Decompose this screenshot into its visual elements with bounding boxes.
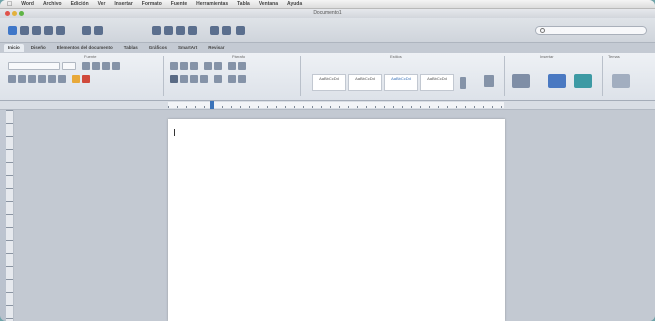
new-document-icon[interactable] [8,26,17,35]
text-box-icon[interactable] [512,74,530,88]
menu-insertar[interactable]: Insertar [114,1,132,7]
menu-fuente[interactable]: Fuente [171,1,187,7]
group-separator [300,56,301,96]
decrease-indent-icon[interactable] [204,62,212,70]
font-size-select[interactable] [62,62,76,70]
superscript-icon[interactable] [48,75,56,83]
menu-formato[interactable]: Formato [142,1,162,7]
increase-indent-icon[interactable] [214,62,222,70]
redo-icon[interactable] [94,26,103,35]
close-window-button[interactable] [5,11,10,16]
minimize-window-button[interactable] [12,11,17,16]
save-icon[interactable] [44,26,53,35]
title-bar: Documento1 [0,9,655,18]
media-browser-icon[interactable] [164,26,173,35]
justify-icon[interactable] [200,75,208,83]
tab-diseno[interactable]: Diseño [27,44,50,52]
style-heading-2[interactable]: AaBbCcDd [420,74,454,91]
undo-icon[interactable] [82,26,91,35]
word-window:  Word Archivo Edición Ver Insertar Form… [0,0,655,321]
align-right-icon[interactable] [190,75,198,83]
ruler-page-area [168,102,504,108]
zoom-window-button[interactable] [19,11,24,16]
group-separator [163,56,164,96]
group-title-temas: Temas [608,54,620,59]
ribbon-tab-bar: Inicio Diseño Elementos del documento Ta… [0,43,655,53]
menu-edicion[interactable]: Edición [71,1,89,7]
search-input[interactable] [535,26,647,35]
sidebar-icon[interactable] [152,26,161,35]
group-title-parrafo: Párrafo [232,54,246,59]
group-title-fuente: Fuente [84,54,97,59]
group-separator [602,56,603,96]
indent-marker[interactable] [210,101,214,109]
standard-toolbar [0,18,655,43]
change-case-icon[interactable] [102,62,110,70]
style-heading-1[interactable]: AaBbCcDd [384,74,418,91]
zoom-in-icon[interactable] [222,26,231,35]
sort-icon[interactable] [228,62,236,70]
menu-tabla[interactable]: Tabla [237,1,250,7]
menu-ver[interactable]: Ver [98,1,106,7]
help-icon[interactable] [236,26,245,35]
tab-graficos[interactable]: Gráficos [145,44,171,52]
highlight-icon[interactable] [72,75,80,83]
grow-font-icon[interactable] [82,62,90,70]
window-title: Documento1 [313,10,342,16]
menu-bar:  Word Archivo Edición Ver Insertar Form… [0,0,655,9]
text-styles-pane-icon[interactable] [484,75,494,87]
table-icon[interactable] [188,26,197,35]
zoom-out-icon[interactable] [210,26,219,35]
horizontal-ruler[interactable] [0,101,655,110]
ribbon-panel: Fuente Párrafo Estilos Insertar Temas Aa… [0,53,655,101]
multilevel-list-icon[interactable] [190,62,198,70]
group-title-insertar: Insertar [540,54,554,59]
menu-ventana[interactable]: Ventana [259,1,278,7]
align-center-icon[interactable] [180,75,188,83]
menu-word[interactable]: Word [21,1,34,7]
picture-icon[interactable] [574,74,592,88]
tab-elementos-documento[interactable]: Elementos del documento [53,44,117,52]
search-icon [540,28,545,33]
font-color-icon[interactable] [82,75,90,83]
tab-smartart[interactable]: SmartArt [174,44,201,52]
vertical-ruler[interactable] [6,110,14,321]
document-page[interactable] [168,119,505,321]
show-formatting-icon[interactable] [176,26,185,35]
styles-scroll-icon[interactable] [460,77,466,89]
font-name-select[interactable] [8,62,60,70]
shading-icon[interactable] [228,75,236,83]
line-spacing-icon[interactable] [214,75,222,83]
bullets-icon[interactable] [170,62,178,70]
subscript-icon[interactable] [58,75,66,83]
numbering-icon[interactable] [180,62,188,70]
shape-icon[interactable] [548,74,566,88]
text-cursor [174,129,175,136]
strikethrough-icon[interactable] [38,75,46,83]
menu-herramientas[interactable]: Herramientas [196,1,228,7]
italic-icon[interactable] [18,75,26,83]
tab-revisar[interactable]: Revisar [204,44,228,52]
show-paragraph-marks-icon[interactable] [238,62,246,70]
group-separator [504,56,505,96]
print-icon[interactable] [56,26,65,35]
tab-tablas[interactable]: Tablas [120,44,142,52]
style-no-spacing[interactable]: AaBbCcDd [348,74,382,91]
group-title-estilos: Estilos [390,54,402,59]
menu-ayuda[interactable]: Ayuda [287,1,302,7]
borders-icon[interactable] [238,75,246,83]
clear-formatting-icon[interactable] [112,62,120,70]
underline-icon[interactable] [28,75,36,83]
style-normal[interactable]: AaBbCcDd [312,74,346,91]
align-left-icon[interactable] [170,75,178,83]
shrink-font-icon[interactable] [92,62,100,70]
apple-icon[interactable]:  [7,1,12,8]
templates-icon[interactable] [20,26,29,35]
document-canvas[interactable] [14,110,655,321]
themes-icon[interactable] [612,74,630,88]
bold-icon[interactable] [8,75,16,83]
tab-inicio[interactable]: Inicio [4,44,24,52]
menu-archivo[interactable]: Archivo [43,1,62,7]
open-icon[interactable] [32,26,41,35]
